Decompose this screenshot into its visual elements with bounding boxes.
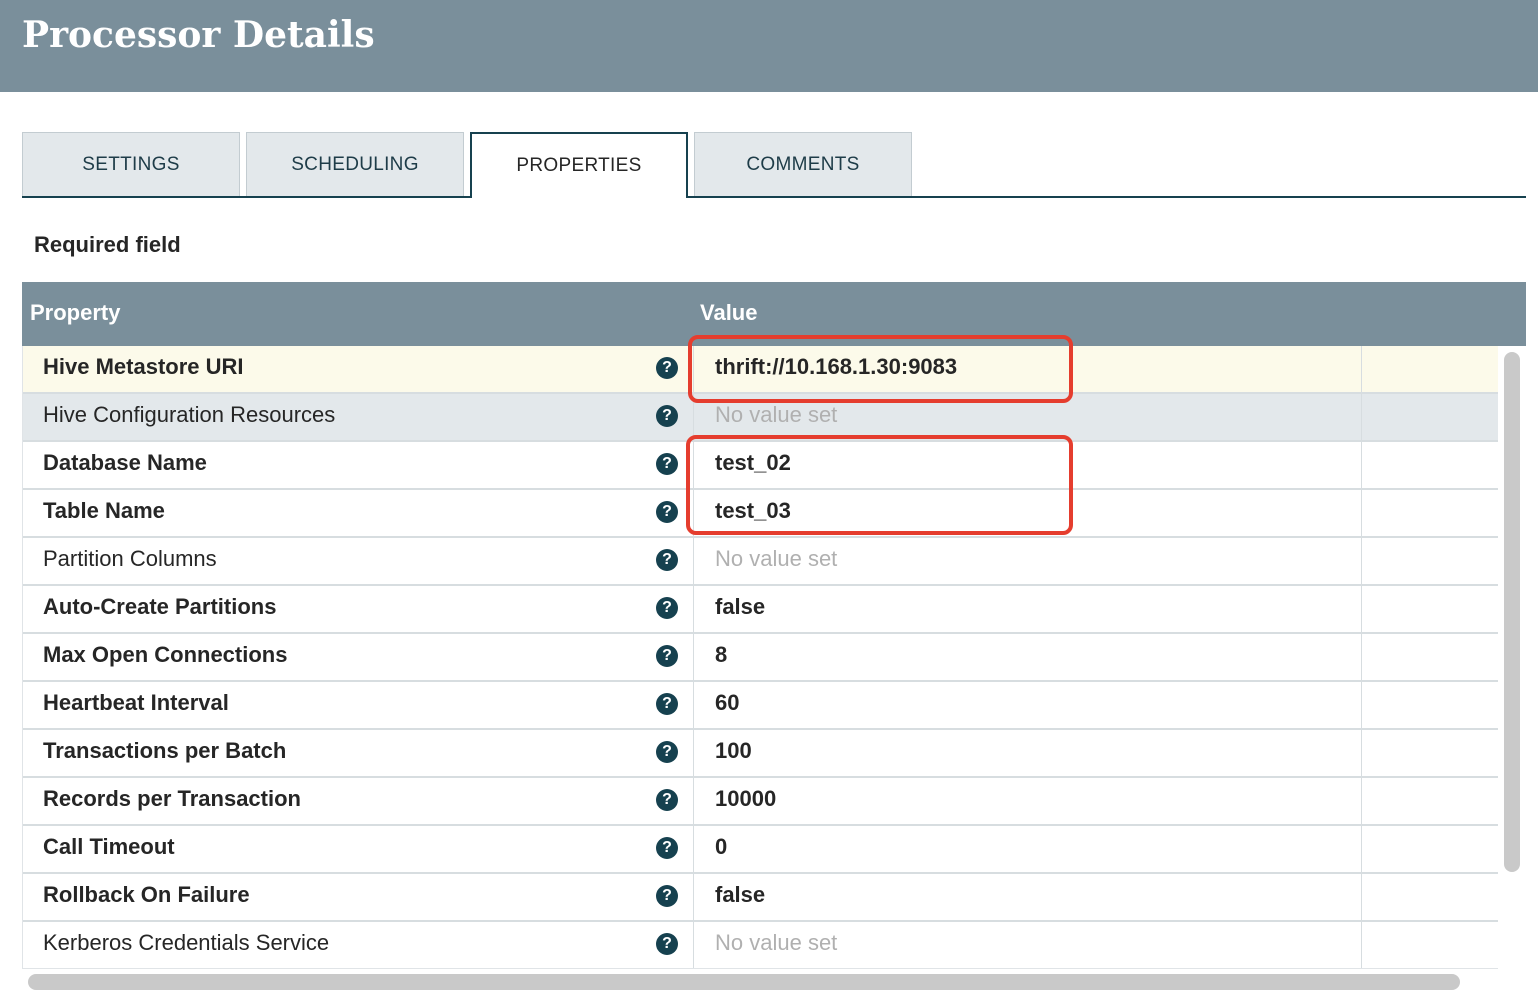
horizontal-scrollbar-thumb[interactable]	[28, 974, 1460, 990]
help-circle-icon[interactable]: ?	[656, 837, 678, 859]
column-header-property[interactable]: Property	[30, 300, 120, 326]
column-divider	[693, 346, 694, 394]
property-value[interactable]: thrift://10.168.1.30:9083	[715, 354, 957, 380]
required-field-label: Required field	[34, 232, 181, 257]
property-name: Records per Transaction	[43, 786, 301, 811]
property-value[interactable]: test_03	[715, 498, 791, 524]
properties-grid: Hive Metastore URI? thrift://10.168.1.30:…	[22, 346, 1499, 968]
property-name: Transactions per Batch	[43, 738, 287, 763]
column-divider	[1361, 730, 1362, 778]
column-divider	[1361, 826, 1362, 874]
table-row[interactable]: Auto-Create Partitions? false	[23, 586, 1499, 634]
table-row[interactable]: Database Name? test_02	[23, 442, 1499, 490]
help-circle-icon[interactable]: ?	[656, 453, 678, 475]
column-divider	[1361, 682, 1362, 730]
property-name: Auto-Create Partitions	[43, 594, 277, 619]
column-divider	[1361, 538, 1362, 586]
column-divider	[693, 730, 694, 778]
property-value[interactable]: test_02	[715, 450, 791, 476]
column-divider	[1361, 922, 1362, 968]
property-name: Hive Metastore URI	[43, 354, 244, 379]
column-divider	[693, 538, 694, 586]
property-name: Kerberos Credentials Service	[43, 930, 330, 955]
property-name: Hive Configuration Resources	[43, 402, 336, 427]
property-value[interactable]: 100	[715, 738, 752, 764]
table-row[interactable]: Max Open Connections? 8	[23, 634, 1499, 682]
property-value[interactable]: No value set	[715, 546, 837, 572]
property-name: Max Open Connections	[43, 642, 288, 667]
property-value[interactable]: 60	[715, 690, 739, 716]
column-divider	[1361, 490, 1362, 538]
column-divider	[1361, 874, 1362, 922]
column-divider	[693, 394, 694, 442]
column-divider	[693, 874, 694, 922]
property-name: Call Timeout	[43, 834, 175, 859]
dialog-header: Processor Details	[0, 0, 1538, 92]
help-circle-icon[interactable]: ?	[656, 645, 678, 667]
property-name: Rollback On Failure	[43, 882, 250, 907]
property-value[interactable]: false	[715, 882, 765, 908]
column-header-value[interactable]: Value	[700, 300, 757, 326]
column-divider	[1361, 346, 1362, 394]
table-row[interactable]: Call Timeout? 0	[23, 826, 1499, 874]
table-row[interactable]: Records per Transaction? 10000	[23, 778, 1499, 826]
help-circle-icon[interactable]: ?	[656, 789, 678, 811]
column-divider	[693, 826, 694, 874]
property-value[interactable]: 0	[715, 834, 727, 860]
table-row[interactable]: Hive Metastore URI? thrift://10.168.1.30:…	[23, 346, 1499, 394]
table-row[interactable]: Transactions per Batch? 100	[23, 730, 1499, 778]
column-divider	[1361, 394, 1362, 442]
table-row[interactable]: Partition Columns? No value set	[23, 538, 1499, 586]
help-circle-icon[interactable]: ?	[656, 933, 678, 955]
tab-settings[interactable]: SETTINGS	[22, 132, 240, 196]
property-name: Database Name	[43, 450, 207, 475]
table-row[interactable]: Heartbeat Interval? 60	[23, 682, 1499, 730]
property-value[interactable]: false	[715, 594, 765, 620]
help-circle-icon[interactable]: ?	[656, 885, 678, 907]
property-value[interactable]: No value set	[715, 930, 837, 956]
column-divider	[693, 490, 694, 538]
dialog-title: Processor Details	[22, 14, 375, 56]
column-divider	[1361, 442, 1362, 490]
help-circle-icon[interactable]: ?	[656, 501, 678, 523]
tab-comments[interactable]: COMMENTS	[694, 132, 912, 196]
help-circle-icon[interactable]: ?	[656, 357, 678, 379]
column-divider	[1361, 586, 1362, 634]
help-circle-icon[interactable]: ?	[656, 693, 678, 715]
table-row[interactable]: Rollback On Failure? false	[23, 874, 1499, 922]
table-row[interactable]: Kerberos Credentials Service? No value se…	[23, 922, 1499, 968]
column-divider	[693, 682, 694, 730]
column-divider	[1361, 634, 1362, 682]
help-circle-icon[interactable]: ?	[656, 741, 678, 763]
grid-header: Property Value	[22, 282, 1526, 346]
property-name: Heartbeat Interval	[43, 690, 229, 715]
tab-properties[interactable]: PROPERTIES	[470, 132, 688, 198]
column-divider	[1361, 778, 1362, 826]
column-divider	[693, 634, 694, 682]
tab-scheduling[interactable]: SCHEDULING	[246, 132, 464, 196]
help-circle-icon[interactable]: ?	[656, 549, 678, 571]
column-divider	[693, 586, 694, 634]
table-row[interactable]: Table Name? test_03	[23, 490, 1499, 538]
help-circle-icon[interactable]: ?	[656, 405, 678, 427]
table-row[interactable]: Hive Configuration Resources? No value se…	[23, 394, 1499, 442]
column-divider	[693, 778, 694, 826]
column-divider	[693, 922, 694, 968]
property-value[interactable]: 8	[715, 642, 727, 668]
property-value[interactable]: 10000	[715, 786, 776, 812]
vertical-scrollbar-thumb[interactable]	[1504, 352, 1520, 872]
column-divider	[693, 442, 694, 490]
tab-underline	[22, 196, 1526, 198]
property-name: Table Name	[43, 498, 165, 523]
help-circle-icon[interactable]: ?	[656, 597, 678, 619]
property-name: Partition Columns	[43, 546, 217, 571]
property-value[interactable]: No value set	[715, 402, 837, 428]
